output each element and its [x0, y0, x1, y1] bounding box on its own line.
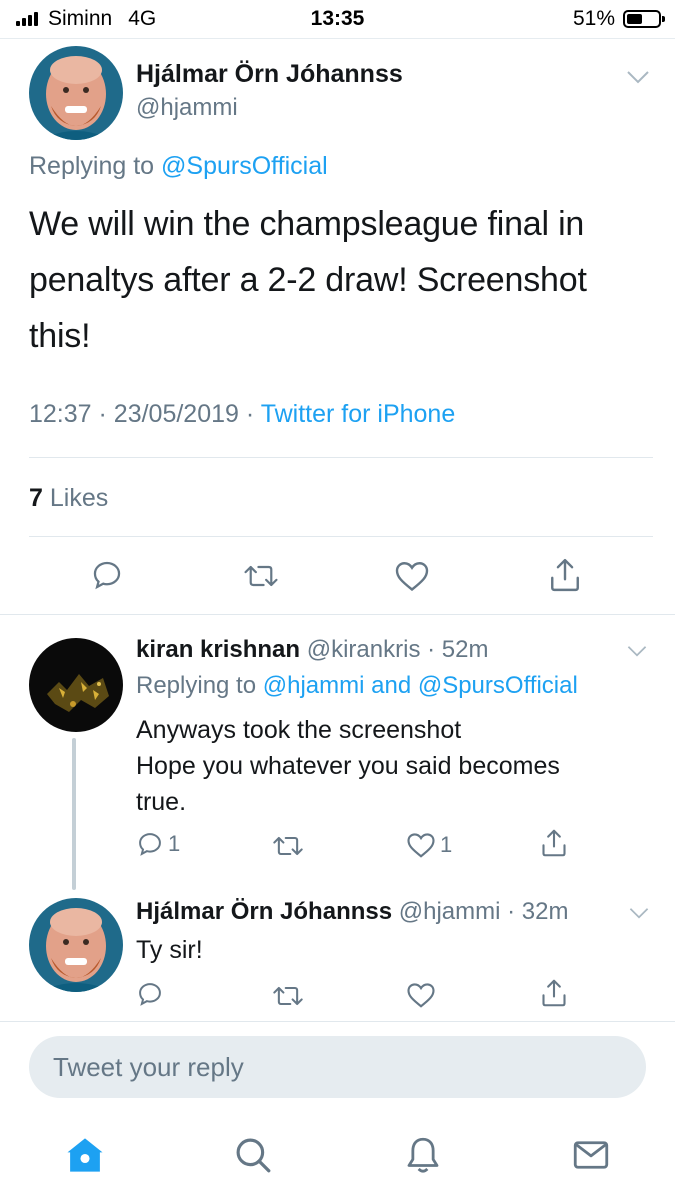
tweet-source-link[interactable]: Twitter for iPhone	[261, 400, 456, 428]
reply-2-share-button[interactable]	[540, 977, 568, 1009]
tab-search[interactable]	[232, 1134, 274, 1181]
reply-2-header: Hjálmar Örn Jóhannss @hjammi · 32m	[136, 898, 569, 926]
home-icon	[67, 1138, 103, 1172]
reply-1-text-line: true.	[136, 788, 187, 816]
reply-2-reply-button[interactable]	[136, 980, 164, 1008]
reply-1-text-line: Anyways took the screenshot	[136, 716, 462, 744]
retweet-icon	[273, 836, 303, 856]
reply-icon	[93, 561, 121, 590]
replying-to-prefix: Replying to	[136, 672, 257, 699]
meta-separator: ·	[245, 400, 255, 428]
section-divider	[0, 614, 675, 615]
main-share-button[interactable]	[548, 556, 582, 594]
main-tweet-text-line: We will win the champsleague final in	[29, 205, 585, 243]
reply-2-retweet-button[interactable]	[272, 982, 304, 1010]
reply-1-text: Anyways took the screenshot Hope you wha…	[136, 712, 656, 820]
reply-2-avatar[interactable]	[29, 898, 123, 992]
divider	[29, 536, 653, 537]
search-icon	[236, 1138, 271, 1173]
tweet-date: 23/05/2019	[113, 400, 239, 428]
main-tweet-replying-to: Replying to @SpursOfficial	[29, 152, 328, 181]
main-tweet-menu-chevron-icon[interactable]	[626, 70, 650, 89]
messages-icon	[573, 1141, 609, 1169]
share-icon	[542, 979, 566, 1007]
reply-1-replying-to: Replying to @hjammi and @SpursOfficial	[136, 672, 578, 700]
battery-fill	[627, 14, 643, 24]
main-like-button[interactable]	[394, 559, 430, 593]
replying-to-prefix: Replying to	[29, 152, 155, 180]
retweet-icon	[273, 986, 303, 1006]
tab-notifications[interactable]	[402, 1134, 444, 1181]
reply-1-reply-button[interactable]: 1	[136, 830, 180, 858]
reply-1-avatar[interactable]	[29, 638, 123, 732]
main-tweet-author-name[interactable]: Hjálmar Örn Jóhannss	[136, 60, 403, 89]
reply-thread-line	[72, 738, 76, 890]
tab-home[interactable]	[64, 1134, 106, 1181]
heart-icon	[395, 562, 429, 592]
divider	[29, 457, 653, 458]
meta-separator: ·	[98, 400, 107, 428]
top-divider	[0, 38, 675, 39]
heart-icon	[407, 983, 435, 1008]
reply-2-menu-chevron-icon[interactable]	[628, 906, 650, 924]
status-right: 51%	[572, 7, 665, 31]
battery-percent: 51%	[572, 7, 615, 30]
heart-icon	[407, 833, 435, 858]
reply-1-reply-count: 1	[168, 831, 181, 856]
reply-icon	[139, 983, 161, 1006]
main-tweet-author-handle[interactable]: @hjammi	[136, 94, 238, 122]
reply-1-age: · 52m	[427, 636, 489, 663]
reply-1-like-button[interactable]: 1	[406, 831, 452, 859]
notifications-icon	[407, 1137, 439, 1173]
reply-2-age: · 32m	[507, 898, 569, 925]
reply-1-retweet-button[interactable]	[272, 832, 304, 860]
compose-reply-box[interactable]	[29, 1036, 646, 1098]
reply-1-menu-chevron-icon[interactable]	[626, 644, 648, 662]
likes-label: Likes	[49, 484, 109, 512]
reply-1-text-line: Hope you whatever you said becomes	[136, 752, 560, 780]
likes-count: 7	[29, 484, 43, 512]
reply-2-author-handle[interactable]: @hjammi	[399, 898, 501, 925]
main-tweet-meta: 12:37 · 23/05/2019 · Twitter for iPhone	[29, 400, 455, 429]
main-tweet-avatar[interactable]	[29, 46, 123, 140]
replying-to-link[interactable]: @hjammi and @SpursOfficial	[263, 672, 578, 699]
status-bar: Siminn 4G 13:35 51%	[0, 0, 675, 38]
reply-1-author-handle[interactable]: @kirankris	[307, 636, 421, 663]
reply-input[interactable]	[29, 1036, 646, 1098]
main-tweet-text: We will win the champsleague final in pe…	[29, 196, 659, 364]
battery-icon	[623, 10, 665, 28]
main-reply-button[interactable]	[90, 558, 124, 592]
reply-2-like-button[interactable]	[406, 981, 436, 1009]
reply-icon	[139, 833, 161, 856]
reply-1-author-name[interactable]: kiran krishnan	[136, 636, 300, 663]
tab-bar	[0, 1122, 675, 1200]
share-icon	[542, 829, 566, 857]
tweet-time: 12:37	[29, 400, 92, 428]
main-retweet-button[interactable]	[243, 560, 279, 592]
reply-1-header: kiran krishnan @kirankris · 52m	[136, 636, 488, 664]
share-icon	[551, 558, 579, 592]
likes-summary[interactable]: 7 Likes	[29, 484, 108, 513]
compose-divider	[0, 1021, 675, 1022]
reply-1-like-count: 1	[440, 832, 453, 857]
main-tweet-text-line: penaltys after a 2-2 draw! Screenshot	[29, 261, 587, 299]
retweet-icon	[244, 565, 278, 587]
replying-to-link[interactable]: @SpursOfficial	[161, 152, 328, 180]
tab-messages[interactable]	[570, 1134, 612, 1181]
main-tweet-text-line: this!	[29, 317, 91, 355]
reply-2-author-name[interactable]: Hjálmar Örn Jóhannss	[136, 898, 392, 925]
reply-2-text: Ty sir!	[136, 936, 203, 964]
reply-1-share-button[interactable]	[540, 827, 568, 859]
